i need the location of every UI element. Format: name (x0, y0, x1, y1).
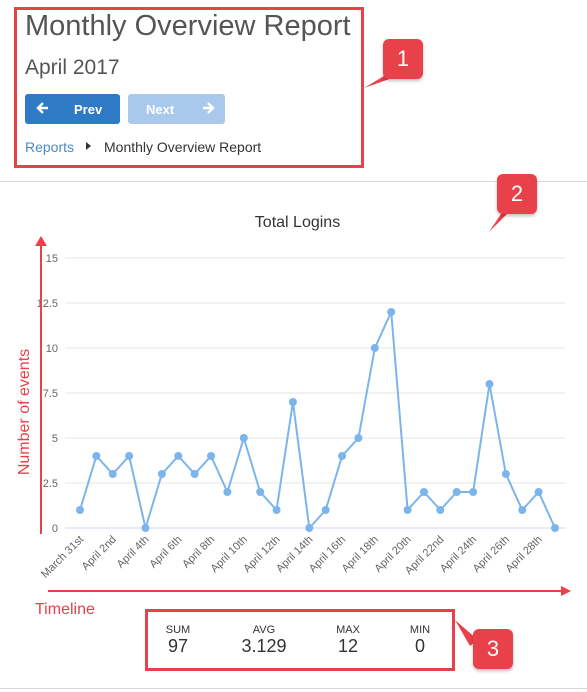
stat-max-value: 12 (337, 636, 359, 656)
data-point (272, 506, 281, 514)
data-point (76, 506, 84, 514)
data-point (92, 452, 101, 460)
stat-max: MAX 12 (324, 624, 372, 657)
y-tick-label: 7.5 (43, 388, 58, 400)
stat-min: MIN 0 (396, 624, 444, 657)
x-tick-label: April 4th (115, 534, 152, 571)
x-axis-annotation: Timeline (35, 601, 95, 618)
y-tick-label: 5 (52, 433, 58, 445)
data-point (403, 506, 412, 514)
data-point (370, 344, 379, 352)
footer-divider (0, 688, 587, 689)
series-line (79, 308, 556, 532)
stat-sum-label: SUM (165, 624, 191, 636)
data-point (485, 380, 494, 388)
x-tick-label: April 2nd (80, 534, 119, 573)
data-point (534, 488, 543, 496)
annotation-badge-3: 3 (473, 629, 513, 669)
y-tick-label: 10 (46, 343, 58, 355)
data-point (223, 488, 232, 496)
data-point (354, 434, 363, 442)
data-point (419, 488, 428, 496)
data-point (305, 524, 314, 532)
data-point (551, 524, 559, 532)
y-tick-label: 2.5 (43, 478, 58, 490)
stat-avg-value: 3.129 (241, 636, 287, 656)
data-point (288, 398, 297, 406)
stat-min-label: MIN (409, 624, 431, 636)
data-point (239, 434, 248, 442)
data-point (125, 452, 134, 460)
data-point (469, 488, 478, 496)
data-point (108, 470, 117, 478)
total-logins-chart: 02.557.51012.515March 31stApril 2ndApril… (35, 236, 571, 596)
x-tick-label: April 6th (147, 534, 184, 571)
arrow-right-icon (561, 586, 571, 596)
data-point (256, 488, 265, 496)
data-point (387, 308, 396, 316)
data-point (190, 470, 199, 478)
summary-stats: SUM 97 AVG 3.129 MAX 12 MIN 0 (148, 612, 452, 668)
y-tick-label: 12.5 (37, 298, 58, 310)
stat-min-value: 0 (414, 636, 425, 656)
data-point (338, 452, 347, 460)
stat-avg-label: AVG (252, 624, 276, 636)
data-point (501, 470, 510, 478)
data-point (452, 488, 461, 496)
stat-sum: SUM 97 (154, 624, 202, 657)
y-tick-label: 0 (52, 523, 58, 535)
x-tick-label: March 31st (39, 534, 86, 581)
data-point (157, 470, 166, 478)
y-tick-label: 15 (46, 253, 58, 265)
data-point (321, 506, 330, 514)
data-point (436, 506, 445, 514)
stat-avg: AVG 3.129 (232, 624, 296, 657)
stat-max-label: MAX (336, 624, 360, 636)
stat-sum-value: 97 (167, 636, 189, 656)
arrow-up-icon (35, 236, 47, 246)
data-point (207, 452, 216, 460)
data-point (141, 524, 150, 532)
y-axis-annotation: Number of events (16, 348, 33, 476)
data-point (174, 452, 183, 460)
data-point (518, 506, 527, 514)
